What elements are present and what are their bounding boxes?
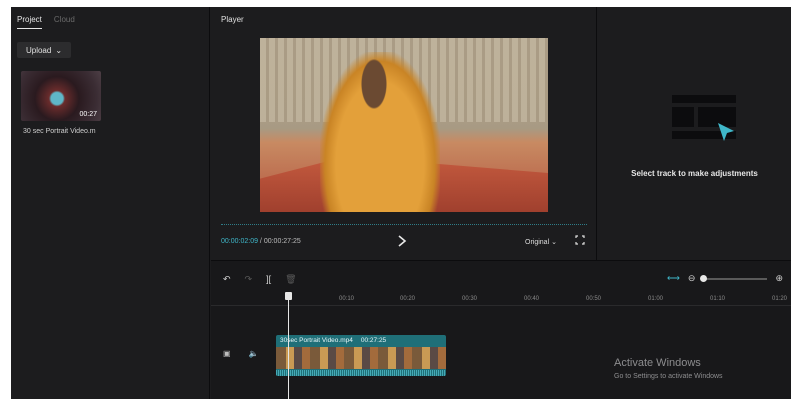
select-track-illustration-icon xyxy=(672,95,736,141)
split-icon[interactable]: ][ xyxy=(266,274,271,285)
properties-message: Select track to make adjustments xyxy=(631,169,758,178)
media-panel: Project Cloud Upload ⌄ 00:27 30 sec Port… xyxy=(11,7,210,399)
zoom-slider[interactable] xyxy=(700,274,768,282)
player-title: Player xyxy=(221,15,244,24)
tab-cloud[interactable]: Cloud xyxy=(54,15,75,29)
play-button[interactable] xyxy=(397,235,407,247)
activate-windows-watermark: Activate Windows Go to Settings to activ… xyxy=(614,357,723,380)
ruler-tick: 01:00 xyxy=(648,296,664,302)
ruler-tick: 00:50 xyxy=(586,296,602,302)
watermark-subtitle: Go to Settings to activate Windows xyxy=(614,373,723,380)
play-icon xyxy=(398,235,407,247)
player-panel: Player 00:00:02:09 / 00:00:27:25 Origina… xyxy=(211,7,597,260)
watermark-title: Activate Windows xyxy=(614,357,701,369)
timeline-panel: ↶ ↷ ][ 🗑 ⟷ ⊖ ⊕ 00:10 00:20 00:30 00:40 0… xyxy=(211,260,791,399)
delete-icon[interactable]: 🗑 xyxy=(285,274,296,285)
ruler-tick: 00:10 xyxy=(339,296,355,302)
tab-project[interactable]: Project xyxy=(17,15,42,29)
zoom-in-icon[interactable]: ⊕ xyxy=(775,273,783,284)
ratio-label: Original xyxy=(525,239,550,246)
chevron-down-icon: ⌄ xyxy=(551,239,557,246)
clip-thumbnails xyxy=(276,347,446,369)
clip-label: 30sec Portrait Video.mp4 00:27:25 xyxy=(280,337,386,344)
video-subject xyxy=(320,52,440,212)
undo-icon[interactable]: ↶ xyxy=(223,274,231,285)
ruler-tick: 01:10 xyxy=(710,296,726,302)
current-time: 00:00:02:09 xyxy=(221,238,258,245)
player-timecode: 00:00:02:09 / 00:00:27:25 xyxy=(221,238,301,245)
video-preview[interactable] xyxy=(260,38,548,212)
link-icon[interactable]: ⟷ xyxy=(667,273,680,284)
cover-icon[interactable]: ▣ xyxy=(223,349,231,358)
total-time: 00:00:27:25 xyxy=(263,238,301,245)
editor-window: Project Cloud Upload ⌄ 00:27 30 sec Port… xyxy=(11,7,791,399)
zoom-out-icon[interactable]: ⊖ xyxy=(688,273,696,284)
playhead-handle[interactable] xyxy=(285,292,292,300)
ruler-tick: 00:40 xyxy=(524,296,540,302)
video-clip[interactable]: 30sec Portrait Video.mp4 00:27:25 xyxy=(276,335,446,376)
clip-name: 30sec Portrait Video.mp4 xyxy=(280,337,353,344)
upload-label: Upload xyxy=(25,45,52,55)
properties-panel: Select track to make adjustments xyxy=(598,7,791,260)
redo-icon[interactable]: ↷ xyxy=(245,274,253,285)
fullscreen-icon xyxy=(575,235,585,245)
ruler-tick: 01:20 xyxy=(772,296,788,302)
player-scrubber[interactable] xyxy=(221,221,587,225)
zoom-slider-knob[interactable] xyxy=(700,274,708,282)
ratio-dropdown[interactable]: Original ⌄ xyxy=(525,238,557,246)
timeline-ruler[interactable]: 00:10 00:20 00:30 00:40 00:50 01:00 01:1… xyxy=(211,292,791,306)
zoom-controls: ⟷ ⊖ ⊕ xyxy=(667,273,783,284)
ruler-tick: 00:20 xyxy=(400,296,416,302)
clip-waveform xyxy=(276,370,446,376)
media-filename: 30 sec Portrait Video.m xyxy=(23,128,96,135)
ruler-tick: 00:30 xyxy=(462,296,478,302)
track-controls: ▣ 🔈 xyxy=(223,349,259,358)
upload-button[interactable]: Upload ⌄ xyxy=(17,42,71,58)
media-thumbnail[interactable]: 00:27 xyxy=(21,71,101,121)
audio-icon[interactable]: 🔈 xyxy=(249,349,259,358)
chevron-down-icon: ⌄ xyxy=(55,45,63,55)
fullscreen-button[interactable] xyxy=(575,235,585,245)
media-duration: 00:27 xyxy=(79,111,97,118)
clip-duration: 00:27:25 xyxy=(360,337,387,344)
playhead[interactable] xyxy=(288,293,289,399)
media-tabs: Project Cloud xyxy=(17,15,75,29)
timeline-toolbar: ↶ ↷ ][ 🗑 xyxy=(223,274,297,285)
